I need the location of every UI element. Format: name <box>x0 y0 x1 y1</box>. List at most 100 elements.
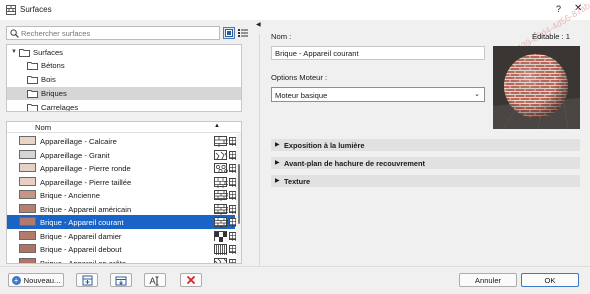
surface-list: Nom ▲ Appareillage - Calcaire Appareillag… <box>6 121 242 264</box>
surfaces-app-icon <box>6 5 16 15</box>
editable-label: Éditable : 1 <box>532 32 570 41</box>
tree-item-label: Briques <box>41 89 67 98</box>
expand-triangle-icon: ▶ <box>275 160 280 166</box>
panel-splitter[interactable] <box>259 34 260 266</box>
color-swatch <box>19 190 36 199</box>
hatch-pattern-icon <box>214 244 227 255</box>
column-header-name[interactable]: Nom <box>35 123 51 132</box>
title-bar: Surfaces ? ✕ <box>0 0 590 20</box>
tree-item-betons[interactable]: Bétons <box>7 59 241 72</box>
close-button[interactable]: ✕ <box>574 3 582 14</box>
color-swatch <box>19 163 36 172</box>
list-item[interactable]: Brique - Appareil debout <box>7 242 238 256</box>
list-item[interactable]: Brique - Appareil en arête <box>7 256 238 264</box>
color-swatch <box>19 230 36 240</box>
color-swatch <box>19 136 36 145</box>
hatch-pattern-icon <box>214 149 228 160</box>
new-surface-button[interactable]: + Nouveau... <box>8 273 64 287</box>
engine-select-value: Moteur basique <box>275 91 328 100</box>
rename-button[interactable]: A <box>144 273 166 287</box>
list-item-name: Appareillage - Pierre ronde <box>40 164 131 173</box>
brick-sphere-preview <box>493 46 580 129</box>
list-item-name: Appareillage - Granit <box>40 150 110 160</box>
tree-item-label: Carrelages <box>41 103 79 112</box>
ok-label: OK <box>544 275 556 285</box>
list-item-name: Brique - Appareil courant <box>40 218 124 227</box>
hatch-pattern-icon <box>214 257 228 263</box>
expand-triangle-icon: ▶ <box>275 178 280 184</box>
tree-item-label: Bois <box>41 75 56 84</box>
list-scrollbar[interactable] <box>236 134 241 263</box>
tree-expand-icon[interactable]: ▼ <box>11 49 17 55</box>
tree-item-carrelages[interactable]: Carrelages <box>7 101 241 112</box>
import-icon <box>115 276 127 285</box>
tile-view-icon <box>225 29 233 37</box>
section-title: Texture <box>284 177 311 186</box>
hatch-pattern-icon <box>214 163 228 173</box>
list-item-name: Brique - Appareil américain <box>40 204 132 214</box>
cancel-button[interactable]: Annuler <box>459 273 517 287</box>
list-item[interactable]: Brique - Ancienne <box>7 188 238 202</box>
color-swatch <box>19 176 36 186</box>
folder-tree: ▼ Surfaces Bétons Bois Briques Carrelage… <box>6 44 242 112</box>
list-item[interactable]: Appareillage - Calcaire <box>7 134 238 148</box>
new-button-label: Nouveau... <box>23 275 61 285</box>
color-swatch <box>19 203 36 213</box>
list-item[interactable]: Brique - Appareil courant <box>7 215 238 229</box>
tree-root-label: Surfaces <box>33 48 63 57</box>
cancel-label: Annuler <box>474 275 502 285</box>
delete-button[interactable] <box>180 273 202 287</box>
list-item[interactable]: Brique - Appareil américain <box>7 202 238 216</box>
name-field-value: Brique - Appareil courant <box>275 49 359 58</box>
hatch-pattern-icon <box>214 136 228 147</box>
list-item-name: Brique - Appareil en arête <box>40 258 127 264</box>
search-icon <box>10 29 19 38</box>
folder-icon <box>27 62 38 70</box>
hatch-pattern-icon <box>214 230 228 242</box>
list-item[interactable]: Appareillage - Pierre taillée <box>7 175 238 189</box>
list-view-button[interactable] <box>237 27 249 39</box>
list-item-name: Brique - Ancienne <box>40 191 100 200</box>
list-header: Nom ▲ <box>7 122 241 133</box>
list-item[interactable]: Appareillage - Pierre ronde <box>7 161 238 175</box>
chevron-down-icon: ⌄ <box>474 91 480 98</box>
name-field[interactable]: Brique - Appareil courant <box>271 46 485 60</box>
list-item-name: Appareillage - Calcaire <box>40 137 117 146</box>
color-swatch <box>19 149 36 159</box>
window-title: Surfaces <box>20 5 52 14</box>
search-box <box>6 26 220 40</box>
import-button[interactable] <box>110 273 132 287</box>
list-item-name: Brique - Appareil debout <box>40 245 122 254</box>
name-label: Nom : <box>271 32 292 41</box>
engine-select[interactable]: Moteur basique ⌄ <box>271 87 485 102</box>
color-swatch <box>19 244 36 253</box>
tree-root-surfaces[interactable]: Surfaces <box>19 46 239 59</box>
section-texture[interactable]: ▶ Texture <box>271 175 580 187</box>
surface-preview <box>493 46 580 129</box>
list-item[interactable]: Brique - Appareil damier <box>7 229 238 243</box>
section-hatch-foreground[interactable]: ▶ Avant-plan de hachure de recouvrement <box>271 157 580 169</box>
duplicate-icon <box>82 275 92 285</box>
list-view-icon <box>238 29 248 37</box>
delete-icon <box>186 275 196 285</box>
search-input[interactable] <box>21 28 217 38</box>
tile-view-button[interactable] <box>223 27 235 39</box>
engine-options-label: Options Moteur : <box>271 73 328 82</box>
section-title: Avant-plan de hachure de recouvrement <box>284 159 426 168</box>
ok-button[interactable]: OK <box>521 273 579 287</box>
footer-divider <box>0 266 590 267</box>
tree-item-briques[interactable]: Briques <box>7 87 241 100</box>
folder-icon <box>19 49 30 57</box>
section-light-exposure[interactable]: ▶ Exposition à la lumière <box>271 139 580 151</box>
hatch-pattern-icon <box>214 190 228 201</box>
hatch-pattern-icon <box>214 203 228 215</box>
help-button[interactable]: ? <box>556 4 561 14</box>
sort-indicator-icon[interactable]: ▲ <box>214 123 220 129</box>
scrollbar-thumb[interactable] <box>238 164 240 224</box>
collapse-panel-icon[interactable]: ◀ <box>256 21 261 28</box>
duplicate-button[interactable] <box>76 273 98 287</box>
list-item[interactable]: Appareillage - Granit <box>7 148 238 162</box>
hatch-pattern-icon <box>214 217 228 228</box>
tree-item-bois[interactable]: Bois <box>7 73 241 86</box>
color-swatch <box>19 217 36 226</box>
